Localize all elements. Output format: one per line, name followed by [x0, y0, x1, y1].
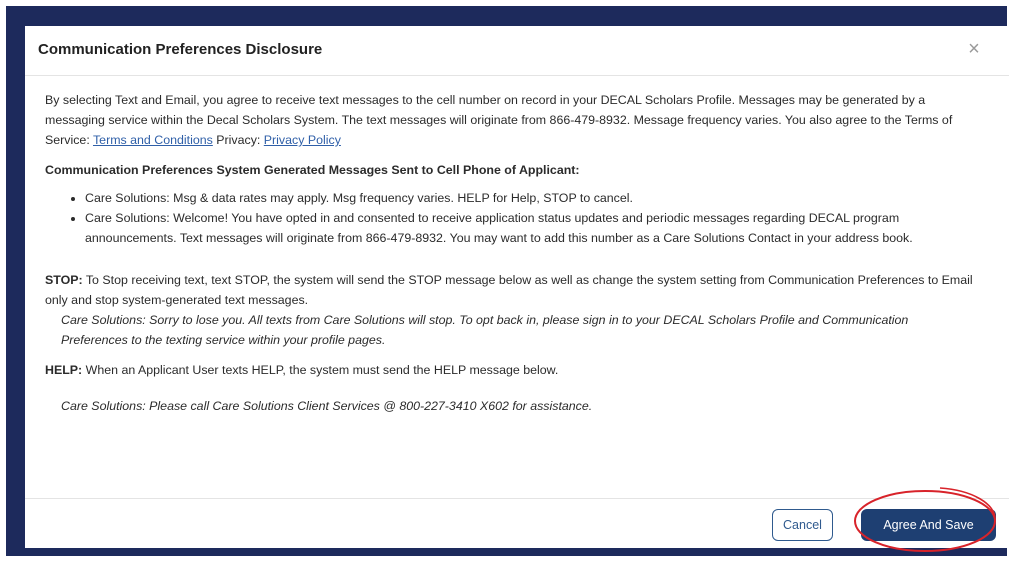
privacy-label: Privacy:	[212, 133, 264, 147]
list-item: Care Solutions: Welcome! You have opted …	[85, 208, 975, 248]
modal-title: Communication Preferences Disclosure	[38, 41, 323, 58]
cancel-button[interactable]: Cancel	[772, 509, 833, 541]
stop-message: Care Solutions: Sorry to lose you. All t…	[61, 313, 909, 347]
terms-and-conditions-link[interactable]: Terms and Conditions	[93, 133, 213, 147]
help-text: When an Applicant User texts HELP, the s…	[82, 363, 559, 377]
stop-paragraph: STOP: To Stop receiving text, text STOP,…	[45, 270, 975, 310]
modal-footer: Cancel Agree And Save	[25, 498, 1009, 548]
intro-paragraph: By selecting Text and Email, you agree t…	[45, 90, 975, 150]
communication-preferences-modal: Communication Preferences Disclosure × B…	[25, 26, 1009, 548]
help-label: HELP:	[45, 363, 83, 377]
screenshot-frame: Communication Preferences Disclosure × B…	[0, 0, 1009, 561]
stop-label: STOP:	[45, 273, 83, 287]
agree-and-save-button[interactable]: Agree And Save	[861, 509, 996, 541]
modal-body: By selecting Text and Email, you agree t…	[45, 90, 975, 416]
modal-header: Communication Preferences Disclosure ×	[25, 26, 1009, 76]
section-title: Communication Preferences System Generat…	[45, 163, 580, 177]
help-message: Care Solutions: Please call Care Solutio…	[61, 399, 593, 413]
message-list: Care Solutions: Msg & data rates may app…	[45, 188, 975, 248]
close-icon[interactable]: ×	[963, 38, 985, 60]
privacy-policy-link[interactable]: Privacy Policy	[264, 133, 341, 147]
list-item: Care Solutions: Msg & data rates may app…	[85, 188, 975, 208]
stop-text: To Stop receiving text, text STOP, the s…	[45, 273, 973, 307]
help-paragraph: HELP: When an Applicant User texts HELP,…	[45, 360, 975, 380]
